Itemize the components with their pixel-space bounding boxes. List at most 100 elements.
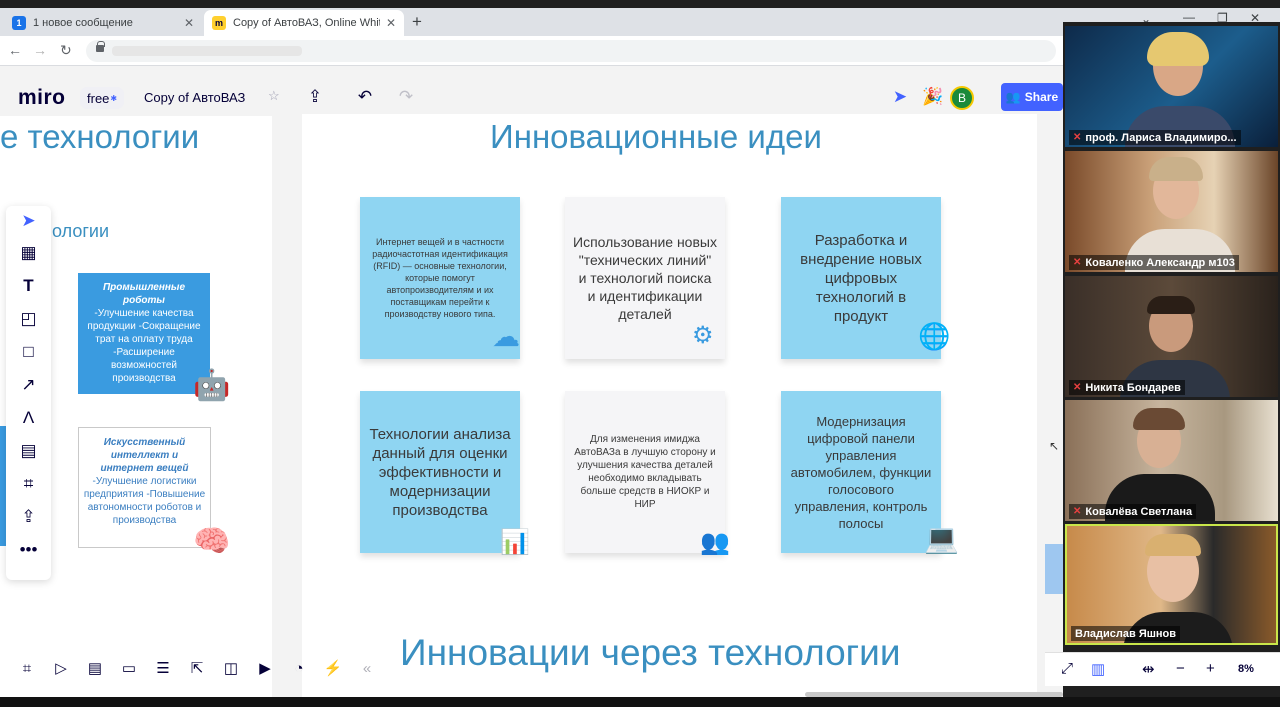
back-icon[interactable]: ←: [8, 42, 22, 58]
globe-icon: 🌐: [918, 321, 951, 351]
tab-title: 1 новое сообщение: [33, 17, 133, 29]
tab-miro[interactable]: m Copy of АвтоВАЗ, Online Whiteb ✕: [204, 10, 404, 36]
sticky-note[interactable]: Разработка и внедрение новых цифровых те…: [781, 197, 941, 359]
dashboard-icon: 💻: [924, 523, 959, 554]
sticky-text: Разработка и внедрение новых цифровых те…: [800, 231, 922, 325]
card-text: -Улучшение качества продукции -Сокращени…: [87, 308, 201, 384]
participant-name: Никита Бондарев: [1085, 381, 1181, 394]
shape-icon[interactable]: □: [14, 337, 43, 366]
plan-star-icon: ✱: [110, 93, 118, 103]
redo-icon[interactable]: ↷: [393, 84, 419, 110]
mic-muted-icon: ✕: [1073, 257, 1082, 268]
avatar[interactable]: B: [950, 86, 974, 110]
card-industrial-robots[interactable]: Промышленные роботы -Улучшение качества …: [78, 273, 210, 394]
plan-badge[interactable]: free ✱: [80, 87, 125, 109]
cloud-icon: ☁: [492, 321, 520, 352]
chat-icon[interactable]: ▭: [116, 655, 142, 681]
participant-hair: [1147, 296, 1195, 314]
export-icon[interactable]: ⇪: [302, 84, 328, 110]
lock-icon: [96, 41, 105, 52]
zoom-out-icon[interactable]: −: [1176, 660, 1185, 677]
new-tab-icon[interactable]: +: [412, 12, 422, 32]
undo-icon[interactable]: ↶: [352, 84, 378, 110]
tools-toolbar: ➤ ▦ T ◰ □ ↗ Λ ▤ ⌗ ⇪ •••: [6, 206, 51, 580]
card-text: -Улучшение логистики предприятия -Повыше…: [83, 476, 206, 526]
mic-muted-icon: ✕: [1073, 382, 1082, 393]
board-name[interactable]: Copy of АвтоВАЗ: [144, 90, 245, 105]
celebrate-icon[interactable]: 🎉: [920, 84, 946, 110]
participant-video[interactable]: ✕ Коваленко Александр м103: [1065, 151, 1278, 272]
forward-icon[interactable]: →: [33, 42, 47, 58]
comments-icon[interactable]: ▤: [82, 655, 108, 681]
analyst-icon: 📊: [500, 529, 530, 556]
partial-sticky-edge: [1045, 544, 1065, 594]
plan-label: free: [87, 90, 110, 106]
sticky-text: Модернизация цифровой панели управления …: [790, 413, 932, 531]
sticky-text: Использование новых "технических линий" …: [573, 234, 717, 322]
participant-hair: [1133, 408, 1185, 430]
zoom-in-icon[interactable]: +: [1206, 660, 1215, 677]
participant-video[interactable]: ✕ Никита Бондарев: [1065, 276, 1278, 397]
sticky-note[interactable]: Технологии анализа данный для оценки эфф…: [360, 391, 520, 553]
zoom-level[interactable]: 8%: [1238, 663, 1254, 675]
close-tab-icon[interactable]: ✕: [184, 16, 194, 30]
more-icon[interactable]: •••: [14, 535, 43, 564]
participant-name-label: Владислав Яшнов: [1071, 626, 1181, 641]
card-title: Промышленные роботы: [102, 282, 186, 306]
tab-telemost[interactable]: 1 1 новое сообщение ✕: [4, 10, 202, 36]
close-tab-icon[interactable]: ✕: [386, 16, 396, 30]
frames-icon[interactable]: ⌗: [14, 655, 40, 681]
pen-icon[interactable]: Λ: [14, 403, 43, 432]
sticky-note[interactable]: Модернизация цифровой панели управления …: [781, 391, 941, 553]
reload-icon[interactable]: ↻: [60, 42, 72, 59]
participant-name: Коваленко Александр м103: [1085, 256, 1235, 269]
screen: 1 1 новое сообщение ✕ m Copy of АвтоВАЗ,…: [0, 0, 1280, 707]
comment-icon[interactable]: ▤: [14, 436, 43, 465]
text-icon[interactable]: T: [14, 271, 43, 300]
video-icon[interactable]: ▶: [252, 655, 278, 681]
map-icon[interactable]: ▥: [1091, 660, 1105, 678]
bottom-toolbar: ⌗ ▷ ▤ ▭ ☰ ⇱ ◫ ▶ ◔ ⚡ «: [10, 653, 371, 683]
participant-name-label: ✕ Ковалёва Светлана: [1069, 504, 1197, 519]
embed-icon[interactable]: ◫: [218, 655, 244, 681]
participant-hair: [1145, 534, 1201, 556]
cards-icon[interactable]: ☰: [150, 655, 176, 681]
follow-icon[interactable]: ➤: [887, 84, 913, 110]
share-button[interactable]: 👥 Share: [1001, 83, 1063, 111]
sticky-text: Для изменения имиджа АвтоВАЗа в лучшую с…: [574, 434, 716, 510]
mic-muted-icon: ✕: [1073, 506, 1082, 517]
upload-icon[interactable]: ⇪: [14, 502, 43, 531]
participant-name-label: ✕ Коваленко Александр м103: [1069, 255, 1239, 270]
network-icon: ⚙: [692, 322, 714, 349]
sticky-text: Интернет вещей и в частности радиочастот…: [372, 237, 508, 319]
team-icon: 👥: [700, 529, 730, 556]
participant-name-label: ✕ проф. Лариса Владимиро...: [1069, 130, 1241, 145]
timer-icon[interactable]: ◔: [286, 655, 312, 681]
lightning-icon[interactable]: ⚡: [320, 655, 346, 681]
card-ai-iot[interactable]: Искусственный интеллект и интернет вещей…: [78, 427, 211, 548]
participant-name: Владислав Яшнов: [1075, 627, 1177, 640]
collapse-icon[interactable]: «: [354, 655, 380, 681]
star-icon[interactable]: ☆: [268, 88, 280, 104]
presentation-icon[interactable]: ▷: [48, 655, 74, 681]
participant-video[interactable]: ✕ Ковалёва Светлана: [1065, 400, 1278, 521]
miro-canvas[interactable]: е технологии ологии Инновационные идеи И…: [0, 66, 1065, 707]
fit-width-icon[interactable]: ⇹: [1142, 660, 1155, 678]
frame-heading-left: е технологии: [0, 118, 200, 155]
sticky-note-icon[interactable]: ◰: [14, 304, 43, 333]
participant-name: проф. Лариса Владимиро...: [1085, 131, 1237, 144]
share-screen-icon[interactable]: ⇱: [184, 655, 210, 681]
miro-logo[interactable]: miro: [18, 86, 66, 110]
fullscreen-icon[interactable]: ⤢: [1061, 660, 1073, 677]
arrow-icon[interactable]: ↗: [14, 370, 43, 399]
robot-icon: 🤖: [193, 369, 231, 402]
participant-video-active-speaker[interactable]: Владислав Яшнов: [1065, 524, 1278, 645]
select-icon[interactable]: ➤: [14, 206, 43, 235]
frame-icon[interactable]: ⌗: [14, 469, 43, 498]
participant-video[interactable]: ✕ проф. Лариса Владимиро...: [1065, 26, 1278, 147]
brain-icon: 🧠: [193, 525, 231, 558]
templates-icon[interactable]: ▦: [14, 238, 43, 267]
participant-hair: [1147, 32, 1209, 66]
zoom-controls: ⤢ ▥ ⇹ − + 8%: [1045, 652, 1280, 686]
miro-icon: m: [212, 16, 226, 30]
